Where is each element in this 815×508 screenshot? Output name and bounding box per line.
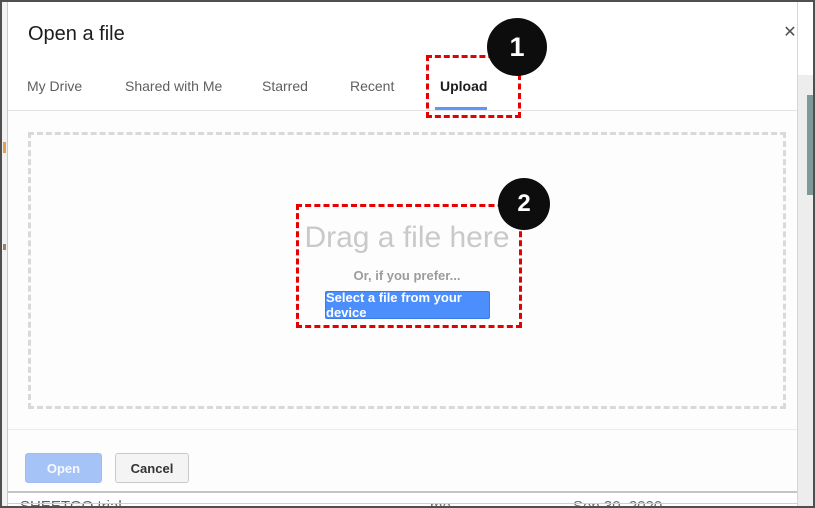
background-file-row: SHEETGO trial me Sep 30, 2020 <box>8 491 797 506</box>
dialog-title: Open a file <box>28 23 125 46</box>
background-file-owner: me <box>430 498 451 506</box>
background-file-date: Sep 30, 2020 <box>573 498 662 506</box>
annotation-box-dropzone <box>296 204 522 328</box>
tab-shared-with-me[interactable]: Shared with Me <box>125 78 222 94</box>
background-row-line <box>8 503 797 504</box>
background-cell-mark <box>3 142 6 153</box>
footer-divider <box>8 429 797 430</box>
tab-recent[interactable]: Recent <box>350 78 394 94</box>
open-button[interactable]: Open <box>25 453 102 483</box>
annotation-badge-1: 1 <box>487 18 547 76</box>
background-file-name: SHEETGO trial <box>20 498 122 506</box>
screenshot-frame: Open a file ✕ My Drive Shared with Me St… <box>0 0 815 508</box>
scrollbar-thumb[interactable] <box>807 95 813 195</box>
tab-starred[interactable]: Starred <box>262 78 308 94</box>
cancel-button[interactable]: Cancel <box>115 453 189 483</box>
tab-my-drive[interactable]: My Drive <box>27 78 82 94</box>
scrollbar-track[interactable] <box>797 2 813 506</box>
background-cell-mark <box>3 244 6 250</box>
annotation-badge-2: 2 <box>498 178 550 230</box>
